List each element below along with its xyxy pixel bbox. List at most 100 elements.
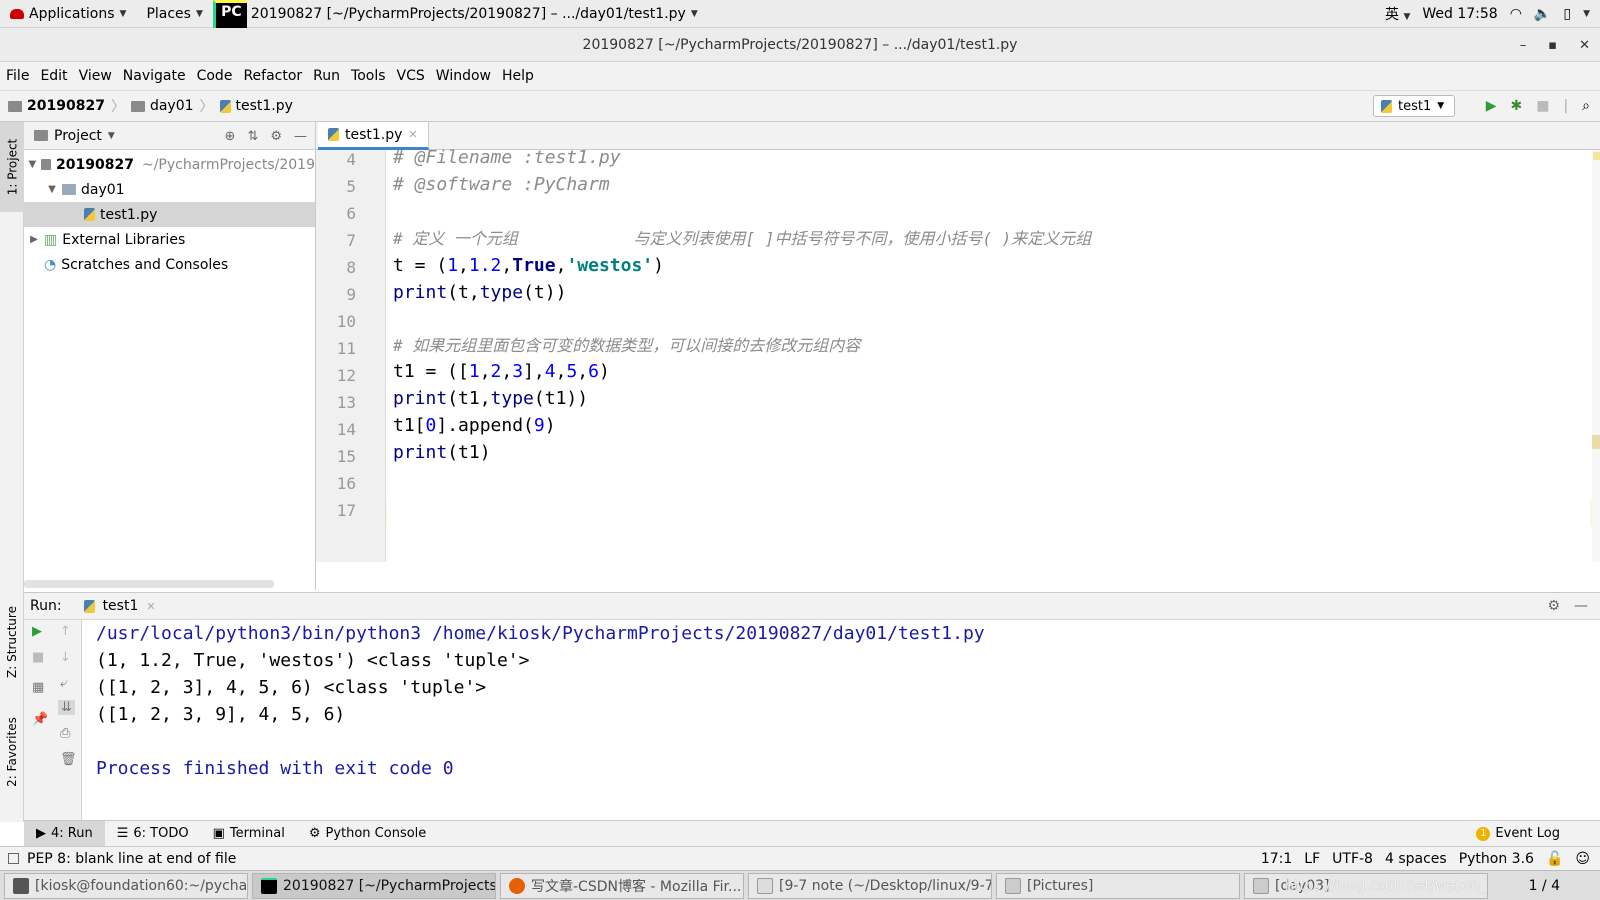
chevron-down-icon[interactable]: ▼ (108, 131, 115, 141)
rerun-icon[interactable]: ▶ (32, 624, 42, 639)
close-tab-icon[interactable]: ✕ (408, 128, 417, 141)
layout-icon[interactable]: ▦ (32, 680, 44, 695)
close-tab-icon[interactable]: ✕ (146, 600, 155, 613)
tab-run[interactable]: ▶ 4: Run (24, 820, 105, 847)
gear-icon[interactable]: ⚙ (270, 129, 282, 144)
tree-item-scratches[interactable]: ◔ Scratches and Consoles (24, 252, 315, 277)
lock-icon[interactable]: 🔓 (1546, 851, 1563, 867)
horizontal-scrollbar[interactable] (24, 580, 274, 588)
error-stripe[interactable] (1592, 150, 1600, 562)
menu-run[interactable]: Run (313, 68, 340, 84)
battery-icon[interactable]: ▯ (1563, 6, 1571, 22)
code-editor[interactable]: # @Filename :test1.py # @software :PyCha… (387, 147, 1590, 562)
code-line-5: # @software :PyCharm (393, 174, 610, 195)
tab-python-console[interactable]: ⚙ Python Console (297, 821, 438, 847)
clock[interactable]: Wed 17:58 (1422, 6, 1497, 22)
status-toggle-icon[interactable] (8, 853, 19, 864)
maximize-button[interactable]: ▪ (1548, 38, 1557, 53)
menu-view[interactable]: View (79, 68, 112, 84)
tab-terminal[interactable]: ▣ Terminal (201, 821, 297, 847)
tab-project[interactable]: 1: Project (0, 122, 24, 212)
menu-tools[interactable]: Tools (351, 68, 386, 84)
taskbar-item-day03[interactable]: [day03] https://blog.csdn.net/weixin_420… (1244, 872, 1488, 899)
taskbar-item-label: [kiosk@foundation60:~/pychar... (35, 877, 248, 894)
line-number: 4 (346, 150, 356, 169)
arrow-up-icon[interactable]: ↑ (60, 624, 71, 639)
expand-arrow-icon[interactable]: ▼ (28, 159, 37, 170)
tree-item-root[interactable]: ▼ 20190827 ~/PycharmProjects/2019 (24, 152, 315, 177)
menu-help[interactable]: Help (502, 68, 534, 84)
input-method-indicator[interactable]: 英 ▼ (1385, 4, 1410, 24)
file-encoding[interactable]: UTF-8 (1332, 851, 1373, 867)
tab-event-log[interactable]: 1 Event Log (1464, 821, 1600, 847)
file-manager-icon (1253, 877, 1269, 894)
warning-marker[interactable] (1593, 152, 1600, 160)
run-tab-label[interactable]: test1 (103, 598, 139, 614)
interpreter[interactable]: Python 3.6 (1459, 851, 1534, 867)
gear-icon[interactable]: ⚙ (1547, 598, 1560, 614)
line-separator[interactable]: LF (1304, 851, 1320, 867)
tab-favorites[interactable]: 2: Favorites (0, 702, 24, 802)
taskbar-item-terminal[interactable]: [kiosk@foundation60:~/pychar... (4, 872, 248, 899)
debug-icon[interactable]: ✱ (1510, 98, 1522, 114)
indent-setting[interactable]: 4 spaces (1385, 851, 1447, 867)
menu-window[interactable]: Window (436, 68, 491, 84)
run-icon[interactable]: ▶ (1486, 98, 1497, 114)
taskbar-item-editor[interactable]: [9-7 note (~/Desktop/linux/9-7... (748, 872, 992, 899)
wifi-icon[interactable]: ◠ (1510, 6, 1522, 22)
chevron-down-icon[interactable]: ▼ (1583, 9, 1590, 19)
run-config-select[interactable]: test1 ▼ (1373, 95, 1455, 117)
trash-icon[interactable]: 🗑 (60, 752, 77, 767)
menu-edit[interactable]: Edit (40, 68, 67, 84)
menu-file[interactable]: File (6, 68, 29, 84)
hide-icon[interactable]: — (294, 129, 307, 144)
breadcrumb-project[interactable]: 20190827 (8, 98, 105, 114)
run-label: Run: (30, 598, 62, 614)
breadcrumb-folder[interactable]: day01 (130, 98, 194, 114)
breadcrumb-file[interactable]: test1.py (219, 98, 293, 114)
window-title: 20190827 [~/PycharmProjects/20190827] – … (582, 36, 1018, 53)
caret-position[interactable]: 17:1 (1261, 851, 1292, 867)
pin-icon[interactable]: 📌 (32, 712, 48, 727)
app-window-menu[interactable]: 20190827 [~/PycharmProjects/20190827] – … (247, 0, 708, 28)
menu-navigate[interactable]: Navigate (123, 68, 186, 84)
close-button[interactable]: ✕ (1579, 38, 1590, 53)
search-icon[interactable]: ⌕ (1582, 98, 1590, 114)
soft-wrap-icon[interactable]: ⤶ (60, 676, 67, 691)
tree-item-file[interactable]: test1.py (24, 202, 315, 227)
collapse-icon[interactable]: ⇅ (247, 129, 258, 144)
tree-item-external-libraries[interactable]: ▶ ▥ External Libraries (24, 227, 315, 252)
taskbar-item-pictures[interactable]: [Pictures] (996, 872, 1240, 899)
tab-todo[interactable]: ☰ 6: TODO (105, 821, 201, 847)
taskbar-item-pycharm[interactable]: 20190827 [~/PycharmProjects... (252, 872, 496, 899)
project-view-label[interactable]: Project (54, 128, 102, 144)
scroll-to-end-icon[interactable]: ⇊ (58, 700, 75, 715)
tree-item-folder[interactable]: ▼ day01 (24, 177, 315, 202)
breadcrumb-label: day01 (149, 98, 194, 114)
places-menu[interactable]: Places ▼ (136, 0, 212, 28)
inspector-icon[interactable]: ☺ (1575, 851, 1590, 867)
menu-code[interactable]: Code (197, 68, 233, 84)
line-number: 16 (336, 474, 356, 493)
run-console[interactable]: /usr/local/python3/bin/python3 /home/kio… (82, 620, 1600, 820)
arrow-down-icon[interactable]: ↓ (60, 650, 71, 665)
applications-menu[interactable]: Applications ▼ (0, 0, 136, 28)
print-icon[interactable]: ⎙ (60, 726, 70, 741)
minimize-button[interactable]: – (1520, 38, 1527, 53)
locate-icon[interactable]: ⊕ (225, 129, 236, 144)
stop-icon[interactable]: ■ (1536, 98, 1549, 114)
expand-arrow-icon[interactable]: ▶ (28, 234, 40, 245)
firefox-icon (509, 877, 525, 894)
tab-structure[interactable]: Z: Structure (0, 592, 24, 692)
folder-icon (34, 130, 48, 141)
menu-vcs[interactable]: VCS (397, 68, 425, 84)
volume-icon[interactable]: 🔈 (1534, 6, 1551, 22)
taskbar-item-firefox[interactable]: 写文章-CSDN博客 - Mozilla Fir... (500, 872, 744, 899)
warning-marker[interactable] (1592, 435, 1600, 449)
hide-icon[interactable]: — (1574, 598, 1588, 614)
stop-icon[interactable]: ■ (32, 650, 44, 665)
workspace-pager[interactable]: 1 / 4 (1529, 878, 1560, 894)
expand-arrow-icon[interactable]: ▼ (46, 184, 58, 195)
tab-project-label: 1: Project (5, 138, 19, 196)
menu-refactor[interactable]: Refactor (243, 68, 302, 84)
